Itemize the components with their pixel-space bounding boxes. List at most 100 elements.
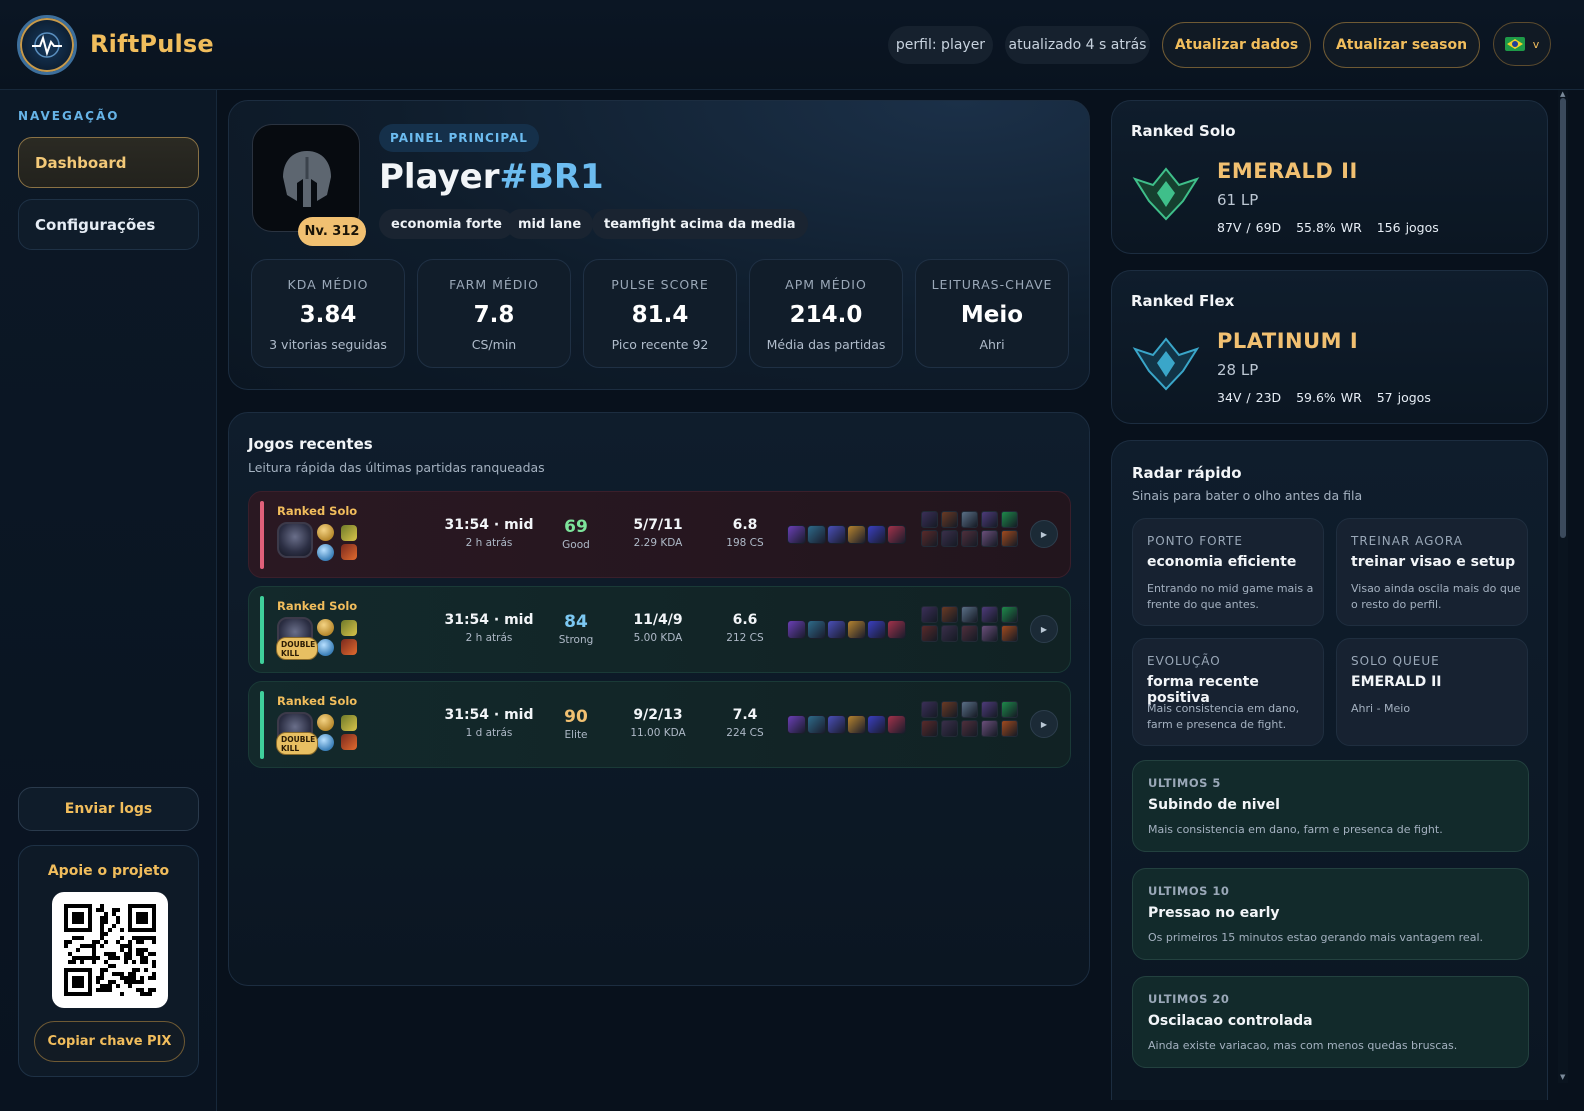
stat-label: APM MÉDIO <box>785 277 867 292</box>
qr-module <box>100 928 104 932</box>
scroll-up-icon[interactable]: ▲ <box>1560 90 1565 98</box>
qr-module <box>148 988 152 992</box>
send-logs-button[interactable]: Enviar logs <box>18 787 199 831</box>
panel-pill: PAINEL PRINCIPAL <box>379 124 539 152</box>
item-build <box>787 620 906 639</box>
qr-module <box>104 988 108 992</box>
team-champion-icon <box>941 530 958 547</box>
stat-sub: Média das partidas <box>766 337 886 352</box>
stat-value: 214.0 <box>789 302 863 328</box>
qr-module <box>148 936 152 940</box>
qr-module <box>128 972 132 976</box>
stat-card-pulse: PULSE SCORE 81.4 Pico recente 92 <box>583 259 737 368</box>
game-row[interactable]: Ranked Solo DOUBLE KILL 31:54 · mid 1 d atr… <box>248 681 1071 768</box>
result-indicator <box>260 501 264 569</box>
game-row[interactable]: Ranked Solo DOUBLE KILL 31:54 · mid 2 h atr… <box>248 586 1071 673</box>
stat-value: 3.84 <box>299 302 357 328</box>
qr-module <box>136 988 140 992</box>
summoner-spell-icon <box>317 734 334 751</box>
qr-module <box>76 948 80 952</box>
qr-module <box>96 940 100 944</box>
stat-sub: 3 vitorias seguidas <box>269 337 387 352</box>
rank-games: 57 jogos <box>1376 390 1431 405</box>
game-pulse-score: 69 <box>564 517 588 537</box>
pix-qr-code <box>52 892 168 1008</box>
game-ago: 1 d atrás <box>465 727 513 739</box>
rank-winrate: 55.8% WR <box>1296 220 1362 235</box>
qr-finder-mark <box>72 912 84 924</box>
qr-module <box>136 948 140 952</box>
rune-icon <box>341 620 357 636</box>
game-duration-role: 31:54 · mid <box>444 612 534 628</box>
qr-module <box>76 956 80 960</box>
copy-pix-button[interactable]: Copiar chave PIX <box>34 1021 185 1062</box>
rank-record: 87V / 69D <box>1217 220 1282 235</box>
qr-module <box>104 940 108 944</box>
rank-queue: Ranked Flex <box>1131 292 1235 310</box>
team-champion-icon <box>961 606 978 623</box>
team-champion-icon <box>941 511 958 528</box>
team-champion-icon <box>961 701 978 718</box>
qr-module <box>124 952 128 956</box>
game-cs-per-min: 6.8 <box>732 517 758 533</box>
stat-card-kda: KDA MÉDIO 3.84 3 vitorias seguidas <box>251 259 405 368</box>
qr-module <box>104 984 108 988</box>
item-icon <box>847 620 866 639</box>
trend-card-last10: ULTIMOS 10 Pressao no early Os primeiros… <box>1132 868 1529 960</box>
qr-module <box>120 948 124 952</box>
radar-box-head: EMERALD II <box>1351 674 1442 690</box>
qr-module <box>124 956 128 960</box>
qr-module <box>136 968 140 972</box>
rank-queue: Ranked Solo <box>1131 122 1236 140</box>
radar-box-text: Entrando no mid game mais a frente do qu… <box>1147 582 1314 611</box>
expand-game-button[interactable]: ▶ <box>1030 710 1058 738</box>
qr-module <box>116 908 120 912</box>
refresh-season-button[interactable]: Atualizar season <box>1323 22 1480 68</box>
nav-title: NAVEGAÇÃO <box>18 109 120 123</box>
player-name: Player#BR1 <box>379 157 604 197</box>
qr-module <box>140 940 144 944</box>
radar-box-text: Mais consistencia em dano, farm e presen… <box>1147 702 1300 731</box>
scroll-down-icon[interactable]: ▼ <box>1560 1073 1565 1081</box>
qr-module <box>96 908 100 912</box>
game-score-label: Good <box>562 539 590 551</box>
expand-game-button[interactable]: ▶ <box>1030 615 1058 643</box>
sidebar-item-label: Configurações <box>35 215 156 234</box>
scroll-thumb[interactable] <box>1560 98 1566 538</box>
radar-box-kicker: TREINAR AGORA <box>1351 534 1463 548</box>
sidebar-item-settings[interactable]: Configurações <box>18 199 199 250</box>
language-select[interactable]: v <box>1493 22 1551 66</box>
sidebar-item-dashboard[interactable]: Dashboard <box>18 137 199 188</box>
expand-game-button[interactable]: ▶ <box>1030 520 1058 548</box>
qr-module <box>112 964 116 968</box>
qr-module <box>68 960 72 964</box>
refresh-data-button[interactable]: Atualizar dados <box>1162 22 1311 68</box>
qr-module <box>112 908 116 912</box>
team-champions <box>921 511 1018 547</box>
qr-module <box>140 956 144 960</box>
qr-module <box>124 960 128 964</box>
qr-module <box>120 976 124 980</box>
trend-text: Mais consistencia em dano, farm e presen… <box>1148 823 1443 836</box>
qr-module <box>112 912 116 916</box>
qr-module <box>80 944 84 948</box>
rank-card-flex: Ranked Flex PLATINUM I 28 LP 34V / 23D 5… <box>1111 270 1548 424</box>
game-kda: 5/7/11 <box>633 517 683 533</box>
qr-module <box>132 976 136 980</box>
play-icon: ▶ <box>1040 529 1048 539</box>
item-build <box>787 715 906 734</box>
updated-chip: atualizado 4 s atrás <box>1005 26 1150 64</box>
qr-module <box>140 936 144 940</box>
item-icon <box>867 525 886 544</box>
game-pulse-score: 90 <box>564 707 588 727</box>
recent-title: Jogos recentes <box>248 435 373 453</box>
qr-module <box>104 960 108 964</box>
game-row[interactable]: Ranked Solo 31:54 · mid 2 h atrás 69 Good 5/7… <box>248 491 1071 578</box>
qr-module <box>92 948 96 952</box>
qr-module <box>140 976 144 980</box>
qr-module <box>100 968 104 972</box>
team-champion-icon <box>961 530 978 547</box>
radar-box-head: economia eficiente <box>1147 554 1297 570</box>
item-icon <box>827 525 846 544</box>
page-scrollbar[interactable]: ▲ ▼ <box>1558 90 1568 1083</box>
